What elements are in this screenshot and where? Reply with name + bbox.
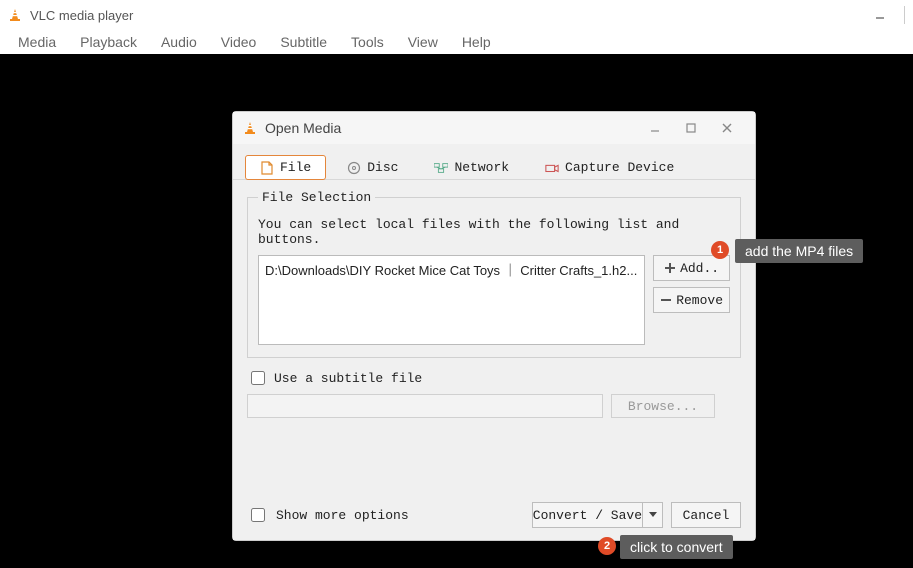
file-selection-legend: File Selection	[258, 190, 375, 205]
main-titlebar: VLC media player	[0, 0, 913, 30]
remove-file-button[interactable]: Remove	[653, 287, 730, 313]
menu-tools[interactable]: Tools	[339, 32, 396, 52]
callout-badge-2: 2	[598, 537, 616, 555]
use-subtitle-label: Use a subtitle file	[274, 371, 422, 386]
menu-help[interactable]: Help	[450, 32, 503, 52]
callout-badge-1: 1	[711, 241, 729, 259]
menu-playback[interactable]: Playback	[68, 32, 149, 52]
main-menubar: Media Playback Audio Video Subtitle Tool…	[0, 30, 913, 54]
menu-view[interactable]: View	[396, 32, 450, 52]
dialog-titlebar[interactable]: Open Media	[233, 112, 755, 144]
plus-icon	[664, 262, 676, 274]
tab-file[interactable]: File	[245, 155, 326, 180]
cancel-label: Cancel	[683, 508, 730, 523]
show-more-label: Show more options	[276, 508, 409, 523]
disc-icon	[347, 161, 361, 175]
convert-save-button[interactable]: Convert / Save	[532, 502, 663, 528]
use-subtitle-checkbox[interactable]	[251, 371, 265, 385]
tab-file-label: File	[280, 160, 311, 175]
file-selection-section: File Selection You can select local file…	[247, 190, 741, 358]
app-window: VLC media player Media Playback Audio Vi…	[0, 0, 913, 568]
minimize-button[interactable]	[862, 0, 898, 30]
open-media-dialog: Open Media File Disc Network Capture Dev…	[232, 111, 756, 541]
file-icon	[260, 161, 274, 175]
remove-file-label: Remove	[676, 293, 723, 308]
tab-disc[interactable]: Disc	[332, 155, 413, 180]
tab-network-label: Network	[454, 160, 509, 175]
menu-subtitle[interactable]: Subtitle	[268, 32, 339, 52]
subtitle-path-field	[247, 394, 603, 418]
show-more-checkbox[interactable]	[251, 508, 265, 522]
titlebar-separator	[904, 6, 905, 24]
browse-subtitle-button[interactable]: Browse...	[611, 394, 715, 418]
file-selection-hint: You can select local files with the foll…	[258, 217, 730, 247]
callout-label-2: click to convert	[620, 535, 733, 559]
dialog-minimize-button[interactable]	[637, 112, 673, 144]
capture-icon	[545, 161, 559, 175]
file-list-item[interactable]: D:\Downloads\DIY Rocket Mice Cat Toys ｜ …	[265, 260, 638, 279]
tab-bar: File Disc Network Capture Device	[233, 144, 755, 180]
dialog-maximize-button[interactable]	[673, 112, 709, 144]
add-file-label: Add..	[680, 261, 719, 276]
dialog-content: File Selection You can select local file…	[233, 180, 755, 494]
network-icon	[434, 161, 448, 175]
cancel-button[interactable]: Cancel	[671, 502, 741, 528]
vlc-cone-icon	[8, 8, 22, 22]
file-list[interactable]: D:\Downloads\DIY Rocket Mice Cat Toys ｜ …	[258, 255, 645, 345]
tab-network[interactable]: Network	[419, 155, 524, 180]
convert-save-label: Convert / Save	[533, 508, 642, 523]
convert-save-dropdown[interactable]	[643, 502, 663, 528]
minus-icon	[660, 294, 672, 306]
menu-audio[interactable]: Audio	[149, 32, 209, 52]
menu-media[interactable]: Media	[6, 32, 68, 52]
chevron-down-icon	[649, 512, 657, 518]
tab-capture-label: Capture Device	[565, 160, 674, 175]
tab-disc-label: Disc	[367, 160, 398, 175]
dialog-title: Open Media	[265, 120, 341, 136]
dialog-close-button[interactable]	[709, 112, 745, 144]
browse-subtitle-label: Browse...	[628, 399, 698, 414]
app-title: VLC media player	[30, 8, 133, 23]
tab-capture[interactable]: Capture Device	[530, 155, 689, 180]
dialog-footer: Show more options Convert / Save Cancel	[233, 494, 755, 540]
vlc-cone-icon	[243, 121, 257, 135]
menu-video[interactable]: Video	[209, 32, 269, 52]
callout-label-1: add the MP4 files	[735, 239, 863, 263]
